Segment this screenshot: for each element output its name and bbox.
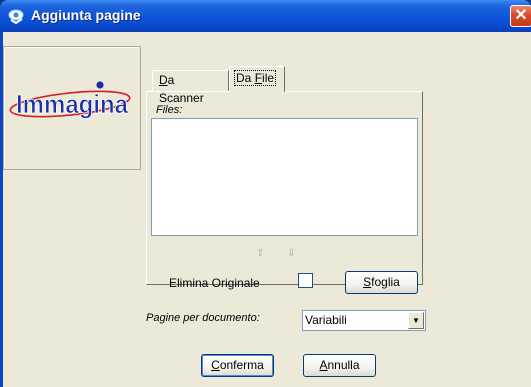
sfoglia-label: foglia: [371, 275, 400, 289]
conferma-label: onferma: [219, 358, 264, 372]
tab-da-scanner[interactable]: Da Scanner: [152, 70, 229, 105]
pagine-per-documento-label: Pagine per documento:: [146, 312, 260, 324]
close-icon: ✕: [514, 7, 528, 24]
dialog-window: Aggiunta pagine ✕ Immagina Da Scanner Da…: [0, 0, 531, 387]
tab-file-label-a: Da: [236, 71, 255, 85]
files-list[interactable]: [151, 118, 418, 236]
logo-panel: Immagina: [3, 46, 141, 170]
app-icon: [8, 9, 24, 24]
dropdown-arrow-icon[interactable]: ▼: [408, 312, 424, 329]
window-title: Aggiunta pagine: [31, 7, 141, 23]
move-arrows[interactable]: ⇧ ⇩: [256, 248, 306, 259]
tab-scanner-mnemonic: D: [159, 73, 168, 87]
tab-file-label-b: ile: [262, 71, 275, 85]
title-bar[interactable]: Aggiunta pagine ✕: [0, 0, 531, 32]
conferma-button[interactable]: Conferma: [201, 354, 274, 377]
elimina-originale-checkbox[interactable]: [298, 273, 313, 288]
files-label: Files:: [156, 104, 183, 116]
logo-text: Immagina: [16, 89, 128, 119]
elimina-originale-label: Elimina Originale: [169, 276, 260, 290]
tab-file-mnemonic: F: [254, 71, 263, 85]
tab-da-file[interactable]: Da File: [229, 66, 285, 92]
dialog-body: Immagina Da Scanner Da File Files: ⇧ ⇩ E…: [0, 32, 531, 387]
close-button[interactable]: ✕: [510, 5, 531, 27]
immagina-logo: Immagina: [9, 81, 131, 119]
conferma-mnemonic: C: [211, 358, 220, 372]
sfoglia-mnemonic: S: [363, 275, 372, 289]
annulla-label: nnulla: [327, 358, 360, 372]
annulla-button[interactable]: Annulla: [303, 354, 376, 377]
pagine-per-documento-select[interactable]: Variabili ▼: [302, 310, 426, 331]
pagine-selected-value: Variabili: [305, 313, 347, 327]
tab-file-focus: Da File: [234, 70, 277, 86]
sfoglia-button[interactable]: Sfoglia: [345, 271, 418, 294]
